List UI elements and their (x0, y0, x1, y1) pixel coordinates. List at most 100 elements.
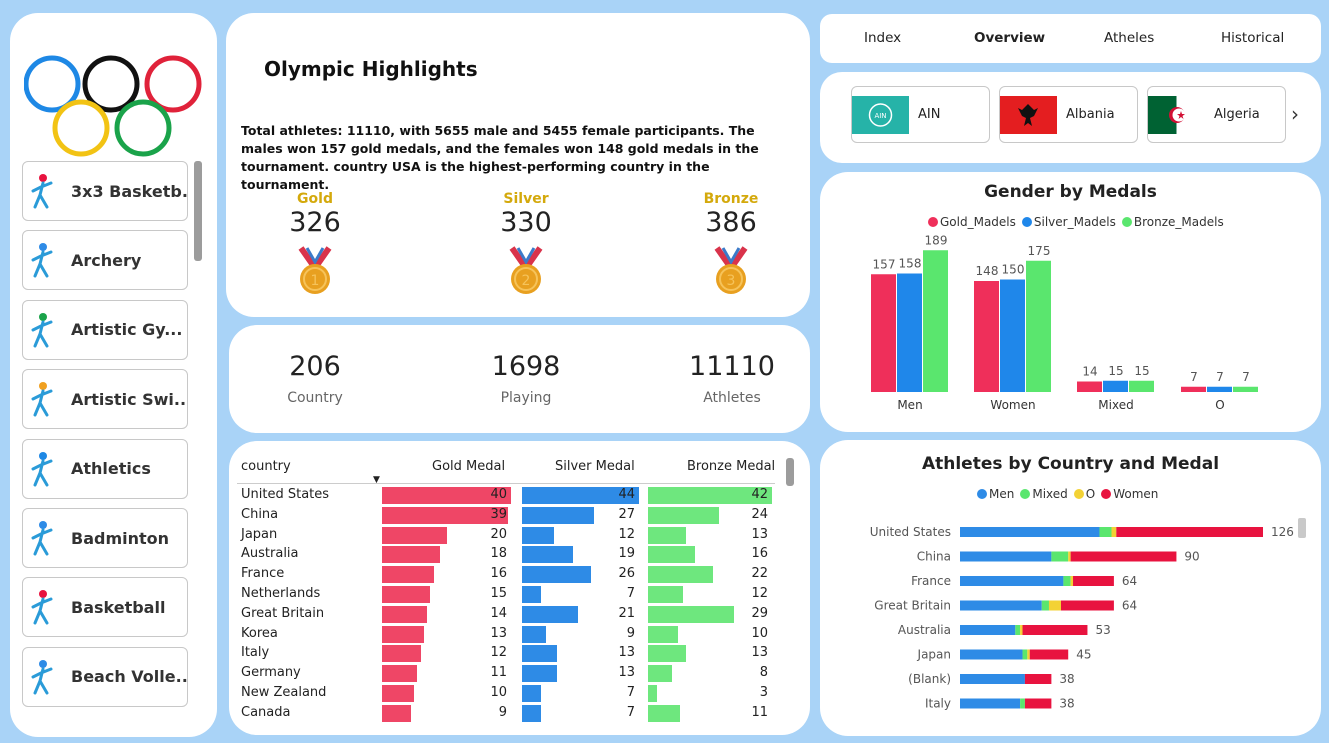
col-header-gold[interactable]: Gold Medal (432, 459, 505, 474)
table-row[interactable]: Japan 20 12 13 (237, 525, 775, 545)
athletes-y-tick: (Blank) (908, 672, 951, 686)
header-divider (237, 483, 775, 484)
table-row[interactable]: Korea 13 9 10 (237, 624, 775, 644)
tab-historical[interactable]: Historical (1221, 30, 1284, 46)
col-header-country[interactable]: country (241, 459, 291, 474)
silver-bar (522, 506, 594, 524)
sport-item[interactable]: Artistic Swi... (22, 369, 188, 430)
tab-index[interactable]: Index (864, 30, 901, 46)
athletes-bar-segment (1024, 698, 1052, 709)
gender-x-tick: Women (990, 398, 1035, 412)
medal-icon: 3 (714, 246, 748, 294)
athletes-bar-segment (1024, 674, 1052, 684)
medal-rank-label: 2 (522, 273, 531, 289)
chevron-right-icon[interactable]: › (1291, 102, 1299, 126)
silver-bar (522, 605, 578, 623)
athletes-y-tick: China (917, 550, 951, 564)
athletes-total-label: 64 (1122, 599, 1137, 613)
bronze-value: 13 (751, 645, 768, 661)
silver-bar (522, 645, 557, 663)
sport-label: Basketball (71, 597, 166, 617)
gender-chart-plot: 157 158189 Men 148 150175 Women 14 15 15 Mixed 7 7 7… (871, 233, 1258, 412)
table-row[interactable]: Italy 12 13 13 (237, 643, 775, 663)
bronze-value: 12 (751, 586, 768, 601)
kpi-value: 1698 (491, 351, 561, 382)
table-row[interactable]: Canada 9 7 11 (237, 703, 775, 723)
table-scrollbar[interactable] (786, 458, 794, 486)
gender-bar-label: 157 (873, 257, 896, 271)
athletes-chart-scrollbar[interactable] (1298, 518, 1306, 538)
table-row[interactable]: Australia 18 19 16 (237, 544, 775, 564)
page-navigation: Index Overview Atheles Historical (820, 14, 1321, 63)
bronze-value: 16 (751, 546, 768, 562)
sport-item[interactable]: Badminton (22, 508, 188, 568)
athletes-total-label: 126 (1271, 525, 1294, 539)
gender-bar-mixed-2 (1129, 380, 1154, 392)
sport-item[interactable]: Beach Volle... (22, 646, 188, 707)
gender-bar-men-0 (871, 274, 896, 392)
bronze-value: 24 (751, 506, 768, 522)
medal-name: Gold (297, 191, 333, 207)
silver-bar (522, 566, 592, 584)
col-header-silver[interactable]: Silver Medal (555, 459, 635, 474)
kpi-country: 206 Country (240, 351, 390, 406)
country-cell: Italy (241, 645, 270, 661)
olympic-rings-logo (24, 55, 202, 157)
sport-item[interactable]: 3x3 Basketb... (22, 161, 188, 221)
kpi-athletes: 11110 Athletes (657, 351, 807, 406)
silver-value: 27 (618, 506, 635, 522)
country-tile[interactable]: Algeria (1147, 86, 1286, 143)
table-row[interactable]: China 39 27 24 (237, 505, 775, 525)
gender-bar-o-2 (1233, 386, 1258, 392)
bronze-bar (648, 665, 672, 683)
silver-value: 13 (618, 645, 635, 661)
sport-label: Beach Volle... (71, 667, 187, 687)
table-row[interactable]: Netherlands 15 7 12 (237, 584, 775, 604)
athletes-total-label: 45 (1076, 648, 1091, 662)
athletes-y-tick: Japan (917, 648, 951, 662)
bronze-value: 8 (759, 665, 768, 681)
gold-bar (382, 704, 412, 722)
athletes-bar-segment (1063, 576, 1071, 586)
country-cell: Great Britain (241, 605, 325, 621)
table-row[interactable]: Germany 11 13 8 (237, 663, 775, 683)
sport-item[interactable]: Artistic Gy... (22, 299, 188, 360)
sport-item[interactable]: Basketball (22, 577, 188, 638)
bronze-bar (648, 685, 657, 702)
silver-bar (522, 586, 541, 603)
gender-x-tick: Men (897, 398, 922, 412)
country-cell: Canada (241, 704, 291, 720)
col-header-bronze[interactable]: Bronze Medal (687, 459, 775, 474)
country-cell: Japan (241, 526, 278, 542)
gold-value: 40 (490, 487, 507, 502)
silver-value: 13 (618, 665, 635, 681)
athletes-total-label: 90 (1184, 550, 1199, 564)
table-row[interactable]: Great Britain 14 21 29 (237, 604, 775, 624)
kpi-label: Athletes (703, 390, 761, 406)
sport-label: Artistic Gy... (71, 320, 183, 340)
table-row[interactable]: New Zealand 10 7 3 (237, 683, 775, 703)
athletes-bar-segment (960, 527, 1100, 537)
sport-item[interactable]: Archery (22, 230, 188, 291)
athletes-bar-segment (1020, 698, 1025, 709)
sport-label: Badminton (71, 528, 170, 548)
medal-name: Bronze (703, 191, 759, 207)
gold-value: 16 (490, 566, 507, 582)
table-row[interactable]: United States 40 44 42 (237, 485, 775, 505)
gold-bar (382, 605, 428, 623)
tab-atheles[interactable]: Atheles (1104, 30, 1154, 46)
gold-value: 12 (490, 645, 507, 661)
sidebar-scrollbar[interactable] (194, 161, 202, 261)
sport-item[interactable]: Athletics (22, 438, 188, 499)
sport-label: Artistic Swi... (71, 389, 187, 409)
tab-overview[interactable]: Overview (974, 30, 1045, 46)
table-row[interactable]: France 16 26 22 (237, 564, 775, 584)
country-tile[interactable]: Albania (999, 86, 1138, 143)
sport-label: Athletics (71, 459, 151, 479)
country-tile[interactable]: AIN AIN (851, 86, 990, 143)
athletes-bar-segment (1020, 625, 1023, 635)
gender-bar-label: 7 (1190, 370, 1198, 384)
silver-value: 7 (626, 586, 635, 601)
athletes-bar-segment (960, 698, 1021, 709)
athletes-bar-segment (1041, 600, 1049, 611)
